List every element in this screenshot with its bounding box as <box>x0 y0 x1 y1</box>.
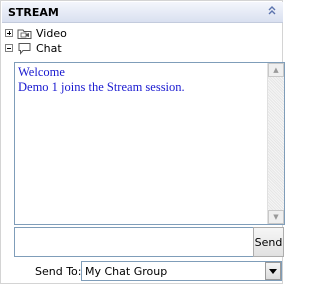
tree-item-label: Video <box>36 26 67 40</box>
chat-message: Demo 1 joins the Stream session. <box>18 80 185 94</box>
tree-item-video[interactable]: Video <box>5 26 67 40</box>
chat-bubble-icon <box>17 42 33 55</box>
video-folder-icon <box>17 27 33 40</box>
chat-messages: Welcome Demo 1 joins the Stream session. <box>18 65 266 95</box>
send-to-label: Send To: <box>35 265 82 278</box>
tree-item-chat[interactable]: Chat <box>5 41 62 55</box>
tree-item-label: Chat <box>36 41 62 55</box>
stream-panel: STREAM Video Chat Welcome Demo 1 joins t… <box>0 0 285 284</box>
panel-header: STREAM <box>2 2 283 23</box>
chat-log[interactable]: Welcome Demo 1 joins the Stream session.… <box>14 62 285 225</box>
send-to-select[interactable]: My Chat Group <box>81 261 282 281</box>
scroll-down-arrow-icon[interactable]: ▼ <box>268 210 284 224</box>
expand-icon[interactable] <box>5 29 13 37</box>
chevron-down-icon[interactable] <box>265 262 281 280</box>
send-button[interactable]: Send <box>253 227 284 257</box>
chat-message: Welcome <box>18 65 65 79</box>
scroll-up-arrow-icon[interactable]: ▲ <box>268 63 284 77</box>
collapse-icon[interactable] <box>5 44 13 52</box>
panel-title: STREAM <box>8 6 59 19</box>
send-to-selected-value: My Chat Group <box>85 265 168 278</box>
chat-scrollbar[interactable]: ▲ ▼ <box>267 63 284 224</box>
message-input[interactable] <box>14 227 254 257</box>
double-chevron-up-icon[interactable] <box>266 5 278 19</box>
